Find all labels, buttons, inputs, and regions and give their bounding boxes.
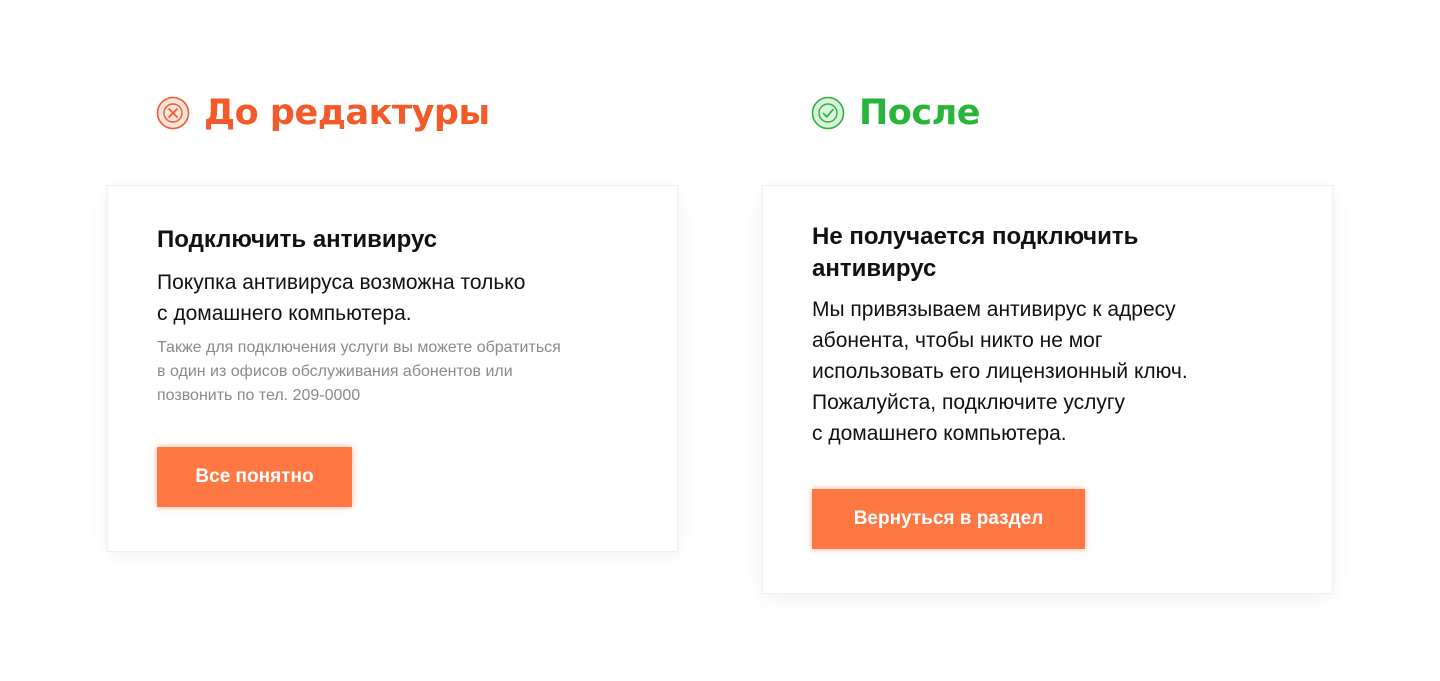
before-card-body: Покупка антивируса возможна только с дом… xyxy=(157,271,526,325)
after-card-body: Мы привязываем антивирус к адресу абонен… xyxy=(812,298,1188,445)
after-card-title: Не получается подключить антивирус xyxy=(812,223,1139,282)
after-card: Не получается подключить антивирус Мы пр… xyxy=(762,185,1333,594)
before-card-title: Подключить антивирус xyxy=(157,226,438,253)
after-heading-label: После xyxy=(859,93,980,133)
return-to-section-button[interactable]: Вернуться в раздел xyxy=(812,489,1085,549)
before-heading: До редактуры xyxy=(156,88,490,138)
before-heading-label: До редактуры xyxy=(204,93,490,133)
check-circle-icon xyxy=(811,96,845,130)
before-card: Подключить антивирус Покупка антивируса … xyxy=(107,185,678,552)
after-heading: После xyxy=(811,88,980,138)
understood-button[interactable]: Все понятно xyxy=(157,447,352,507)
x-circle-icon xyxy=(156,96,190,130)
before-card-note: Также для подключения услуги вы можете о… xyxy=(157,339,561,404)
